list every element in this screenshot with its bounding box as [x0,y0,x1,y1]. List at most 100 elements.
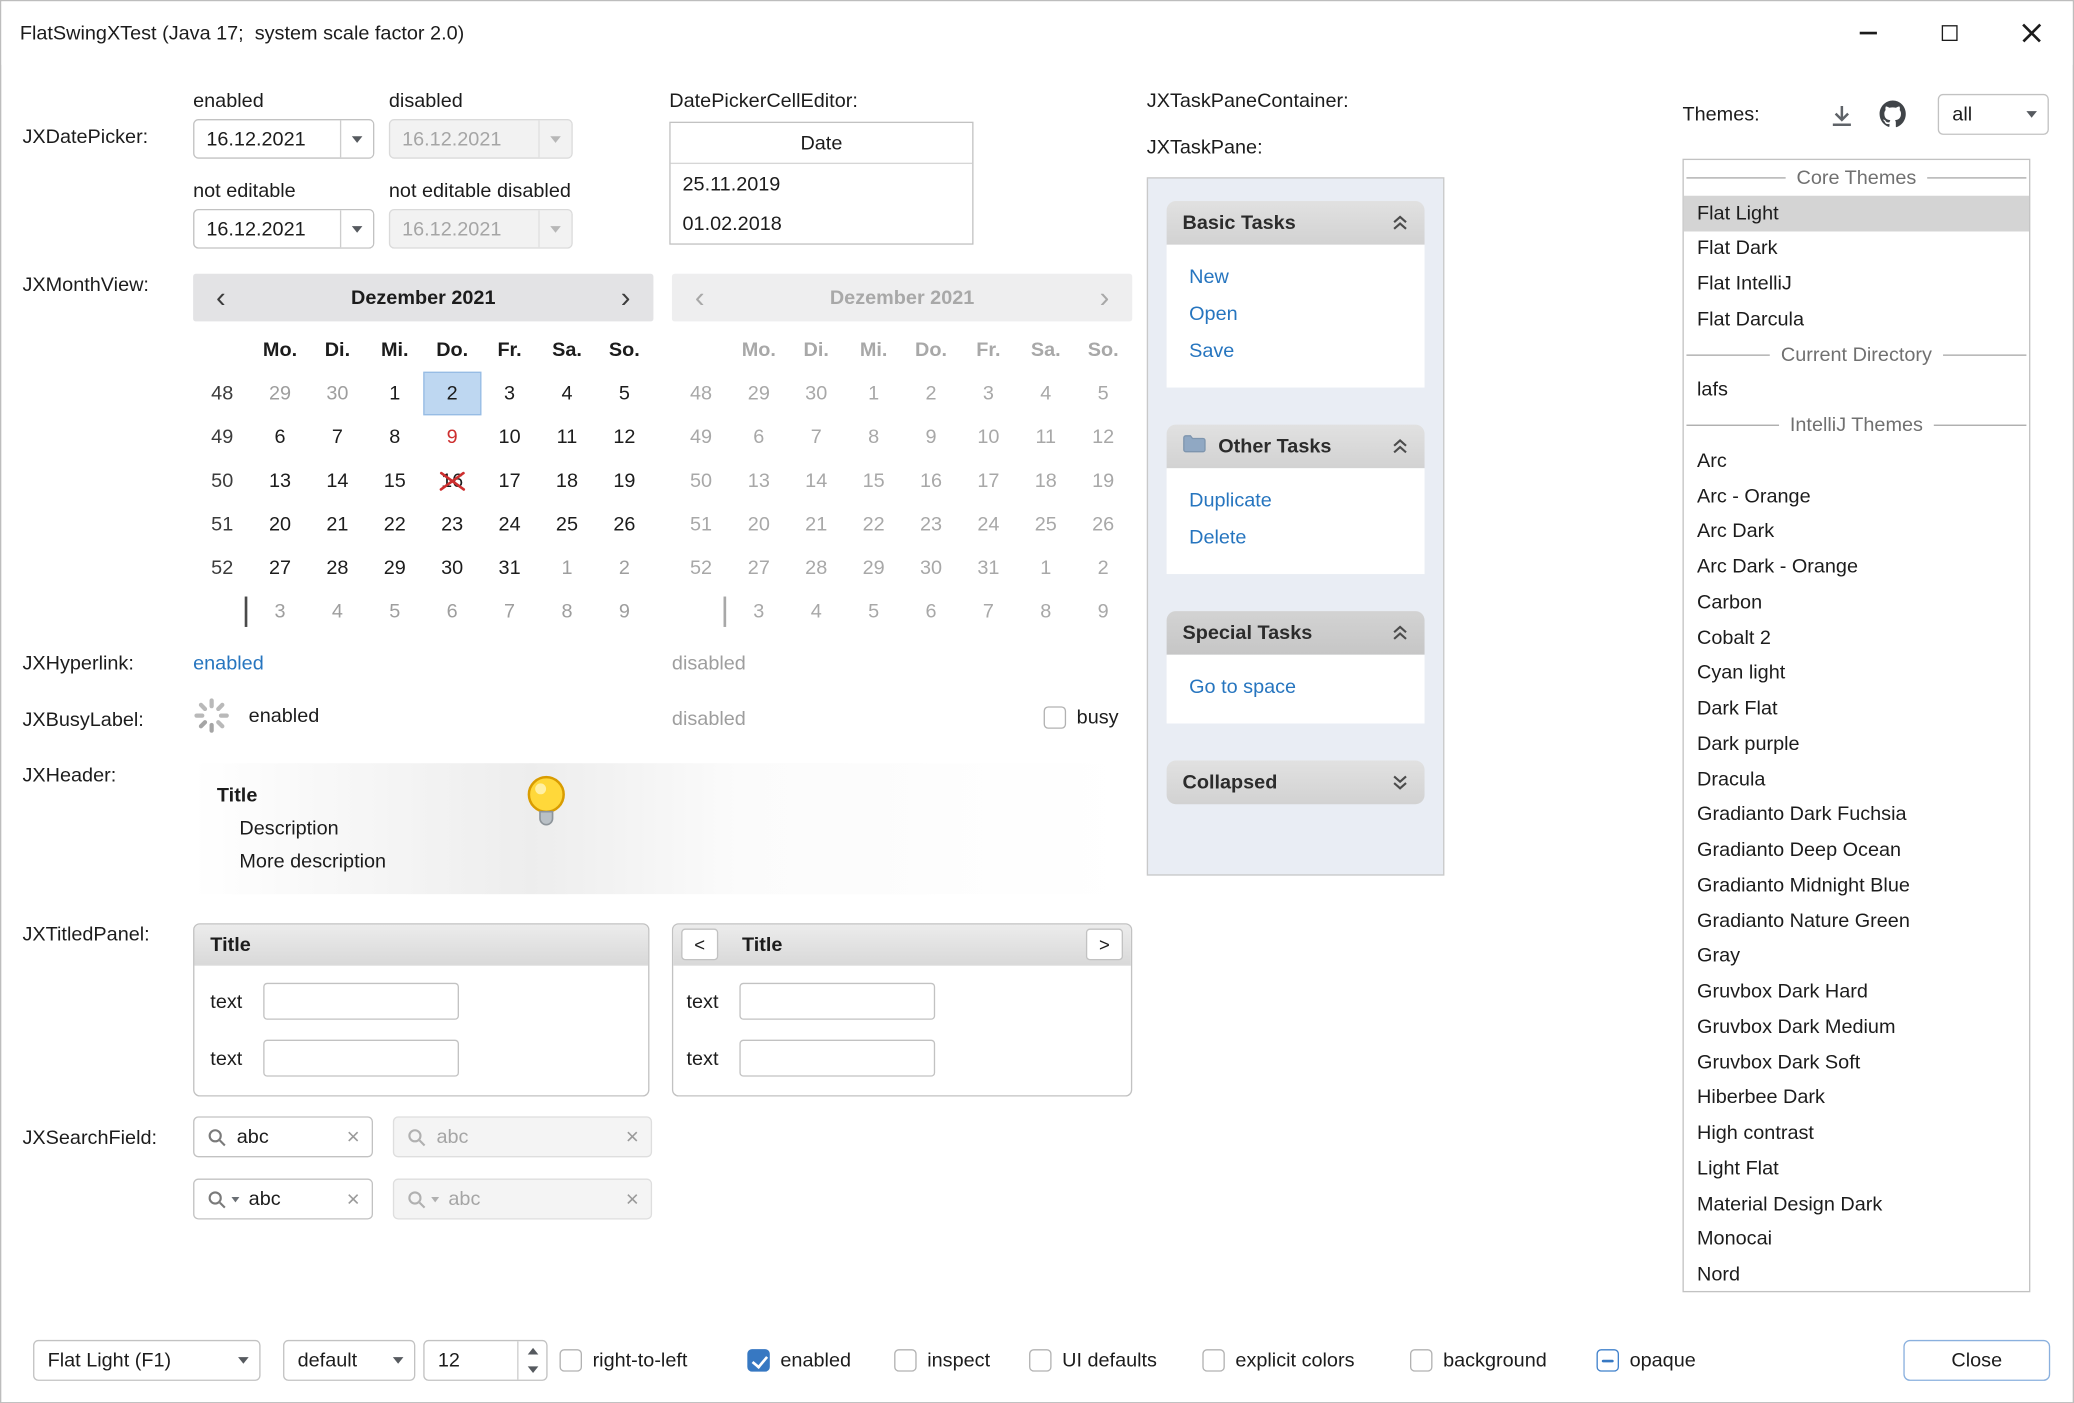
calendar-day[interactable]: 3 [481,372,538,416]
calendar-day[interactable]: 26 [596,503,653,547]
calendar-day[interactable]: 10 [481,415,538,459]
calendar-day[interactable]: 31 [481,546,538,590]
checkbox-enabled[interactable]: enabled [747,1340,851,1381]
spinner-down-button[interactable] [518,1360,546,1379]
theme-list-item[interactable]: Gray [1684,938,2029,973]
calendar-day[interactable]: 22 [366,503,423,547]
theme-list-item[interactable]: High contrast [1684,1115,2029,1150]
checkbox-ui-defaults[interactable]: UI defaults [1029,1340,1157,1381]
theme-list-item[interactable]: Material Design Dark [1684,1186,2029,1221]
titledpanel-prev-button[interactable]: < [681,929,718,961]
theme-list-item[interactable]: Dracula [1684,762,2029,797]
calendar-day[interactable]: 14 [309,459,366,503]
datepicker-dropdown-button[interactable] [340,120,373,157]
theme-list-item[interactable]: Flat IntelliJ [1684,266,2029,301]
taskpane-header[interactable]: Basic Tasks [1167,201,1425,245]
calendar-day[interactable]: 29 [251,372,308,416]
calendar-day[interactable]: 8 [366,415,423,459]
checkbox-background[interactable]: background [1410,1340,1547,1381]
searchfield-value[interactable]: abc [249,1188,338,1210]
calendar-day[interactable]: 9 [596,590,653,634]
calendar-day[interactable]: 23 [423,503,480,547]
checkbox-box[interactable] [1044,706,1066,728]
minimize-button[interactable] [1827,1,1909,64]
calendar-day[interactable]: 30 [309,372,366,416]
prev-month-button[interactable]: ‹ [193,275,249,320]
titledpanel-input[interactable] [263,983,459,1020]
github-icon[interactable] [1876,97,1910,131]
theme-list-item[interactable]: Carbon [1684,585,2029,620]
searchfield-with-menu[interactable]: abc × [193,1179,373,1220]
checkbox-opaque[interactable]: opaque [1597,1340,1696,1381]
calendar-day[interactable]: 6 [423,590,480,634]
theme-list-item[interactable]: Gradianto Dark Fuchsia [1684,797,2029,832]
maximize-button[interactable] [1909,1,1991,64]
calendar-day[interactable]: 3 [251,590,308,634]
download-icon[interactable] [1825,99,1857,131]
calendar-day[interactable]: 25 [538,503,595,547]
calendar-day[interactable]: 27 [251,546,308,590]
calendar-day[interactable]: 20 [251,503,308,547]
checkbox-busy[interactable]: busy [1044,697,1119,738]
calendar-day[interactable]: 1 [366,372,423,416]
calendar-day[interactable]: 19 [596,459,653,503]
themes-filter-combo[interactable]: all [1938,94,2049,135]
chevron-double-up-icon[interactable] [1391,438,1408,455]
theme-list-item[interactable]: Gruvbox Dark Medium [1684,1009,2029,1044]
calendar-day[interactable]: 17 [481,459,538,503]
taskpane-header[interactable]: Special Tasks [1167,611,1425,655]
table-row[interactable]: 01.02.2018 [671,204,973,244]
theme-list-item[interactable]: Arc Dark [1684,514,2029,549]
taskpane-link[interactable]: Go to space [1189,669,1402,706]
theme-list-item[interactable]: Gradianto Midnight Blue [1684,868,2029,903]
calendar-day[interactable]: 5 [366,590,423,634]
calendar-day[interactable]: 13 [251,459,308,503]
checkbox-box[interactable] [747,1349,769,1371]
titledpanel-next-button[interactable]: > [1086,929,1123,961]
calendar-day[interactable]: 18 [538,459,595,503]
calendar-day[interactable]: 1 [538,546,595,590]
theme-list-item[interactable]: Cobalt 2 [1684,620,2029,655]
theme-list-item[interactable]: Gruvbox Dark Soft [1684,1045,2029,1080]
theme-list-item[interactable]: Gradianto Nature Green [1684,903,2029,938]
calendar-day[interactable]: 11 [538,415,595,459]
checkbox-explicit-colors[interactable]: explicit colors [1202,1340,1354,1381]
window-close-button[interactable] [1991,1,2073,64]
theme-list-item[interactable]: Arc - Orange [1684,478,2029,513]
spinner-value[interactable]: 12 [425,1341,518,1379]
calendar-day[interactable]: 8 [538,590,595,634]
datepicker-dropdown-button[interactable] [340,210,373,247]
taskpane-link[interactable]: New [1189,259,1402,296]
calendar-day[interactable]: 7 [309,415,366,459]
calendar-day[interactable]: 29 [366,546,423,590]
theme-list-item[interactable]: Light Flat [1684,1151,2029,1186]
calendar-day[interactable]: 2 [423,372,480,416]
chevron-double-down-icon[interactable] [1391,774,1408,791]
checkbox-right-to-left[interactable]: right-to-left [560,1340,688,1381]
style-combo[interactable]: default [283,1340,415,1381]
calendar-day[interactable]: 28 [309,546,366,590]
calendar-day[interactable]: 16 [423,459,480,503]
hyperlink-enabled[interactable]: enabled [193,652,264,674]
checkbox-inspect[interactable]: inspect [894,1340,990,1381]
theme-list-item[interactable]: Gruvbox Dark Hard [1684,974,2029,1009]
taskpane-link[interactable]: Save [1189,333,1402,370]
theme-list-item[interactable]: Nord [1684,1257,2029,1292]
taskpane-header[interactable]: Collapsed [1167,761,1425,805]
titledpanel-input[interactable] [739,983,935,1020]
themes-list[interactable]: Core ThemesFlat LightFlat DarkFlat Intel… [1682,159,2030,1293]
datepicker-value[interactable]: 16.12.2021 [194,120,339,157]
close-button[interactable]: Close [1903,1340,2050,1381]
theme-list-item[interactable]: Dark purple [1684,726,2029,761]
calendar-day[interactable]: 4 [309,590,366,634]
calendar-day[interactable]: 6 [251,415,308,459]
checkbox-box[interactable] [894,1349,916,1371]
next-month-button[interactable]: › [598,275,654,320]
titledpanel-input[interactable] [739,1040,935,1077]
theme-list-item[interactable]: Arc Dark - Orange [1684,549,2029,584]
theme-list-item[interactable]: Hiberbee Dark [1684,1080,2029,1115]
theme-list-item[interactable]: Flat Light [1684,195,2029,230]
calendar-day[interactable]: 9 [423,415,480,459]
calendar-day[interactable]: 12 [596,415,653,459]
theme-list-item[interactable]: Gradianto Deep Ocean [1684,832,2029,867]
